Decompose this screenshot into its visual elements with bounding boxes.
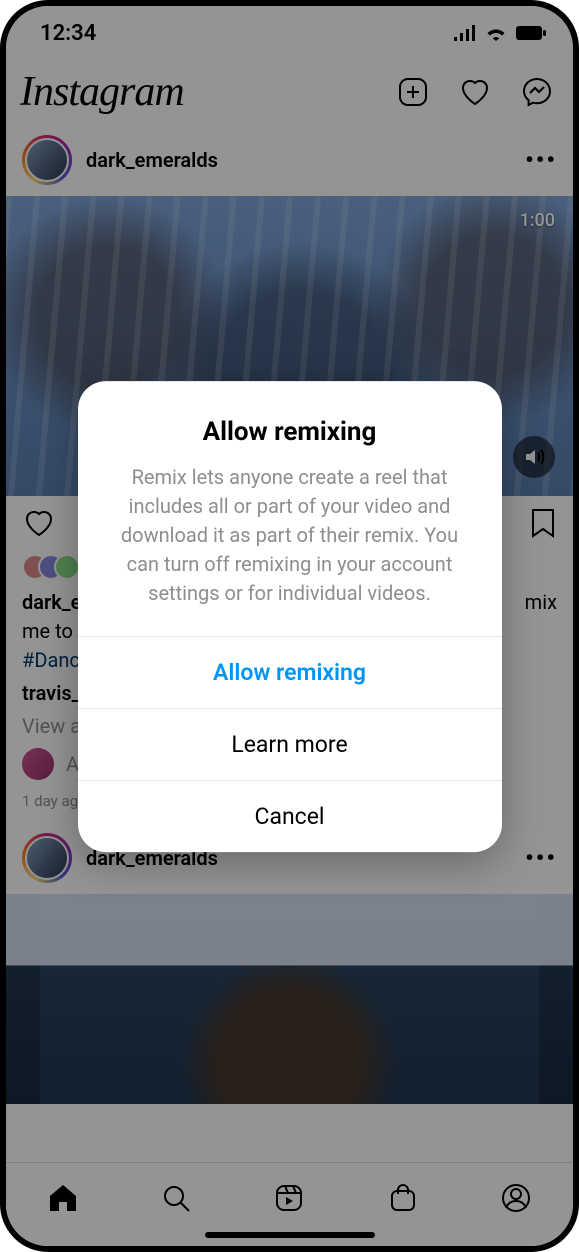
modal-title: Allow remixing — [108, 417, 472, 447]
modal-description: Remix lets anyone create a reel that inc… — [108, 463, 472, 608]
modal-body: Allow remixing Remix lets anyone create … — [78, 381, 502, 636]
cancel-button[interactable]: Cancel — [78, 780, 502, 852]
learn-more-button[interactable]: Learn more — [78, 708, 502, 780]
allow-remixing-button[interactable]: Allow remixing — [78, 636, 502, 708]
screen: 12:34 Instagram dark_emeralds ••• — [6, 6, 573, 1246]
allow-remixing-modal: Allow remixing Remix lets anyone create … — [78, 381, 502, 852]
device-frame: 12:34 Instagram dark_emeralds ••• — [0, 0, 579, 1252]
